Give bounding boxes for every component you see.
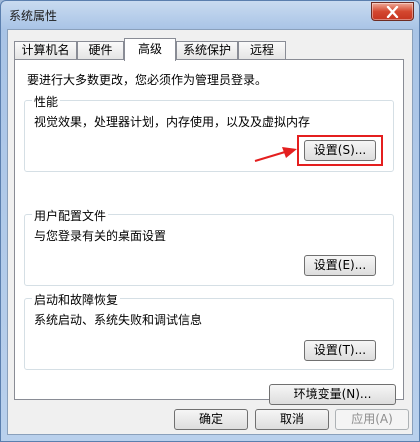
user-profiles-settings-button[interactable]: 设置(E)... [304,255,376,276]
tab-remote[interactable]: 远程 [238,41,286,60]
tab-hardware[interactable]: 硬件 [77,41,124,60]
close-button[interactable] [371,2,414,21]
cancel-button[interactable]: 取消 [255,409,329,430]
startup-recovery-group: 启动和故障恢复 系统启动、系统失败和调试信息 设置(T)... [24,291,394,370]
user-profiles-group-title: 用户配置文件 [32,207,109,224]
annotation-highlight-box [297,135,383,166]
annotation-arrow-icon [254,147,297,162]
window-title: 系统属性 [9,9,58,23]
dialog-client-area: 计算机名 硬件 高级 系统保护 远程 要进行大多数更改，您必须作为管理员登录。 … [7,29,413,435]
environment-variables-button[interactable]: 环境变量(N)... [269,384,396,405]
system-properties-window: 系统属性 计算机名 硬件 高级 系统保护 远程 要进行大多数更改，您必须作为管理… [0,0,420,442]
title-bar[interactable]: 系统属性 [1,1,419,29]
close-icon [386,6,399,18]
ok-button[interactable]: 确定 [174,409,248,430]
startup-recovery-group-title: 启动和故障恢复 [32,291,121,308]
startup-recovery-description: 系统启动、系统失败和调试信息 [34,313,203,327]
admin-notice: 要进行大多数更改，您必须作为管理员登录。 [27,73,268,87]
performance-description: 视觉效果，处理器计划，内存使用，以及及虚拟内存 [34,115,311,129]
advanced-tab-panel: 要进行大多数更改，您必须作为管理员登录。 性能 视觉效果，处理器计划，内存使用，… [14,59,404,405]
performance-group-title: 性能 [32,93,61,110]
tab-advanced[interactable]: 高级 [124,38,176,61]
tab-system-protection[interactable]: 系统保护 [176,41,238,60]
user-profiles-description: 与您登录有关的桌面设置 [34,229,167,243]
apply-button[interactable]: 应用(A) [335,409,409,430]
user-profiles-group: 用户配置文件 与您登录有关的桌面设置 设置(E)... [24,207,394,286]
startup-recovery-settings-button[interactable]: 设置(T)... [304,340,376,361]
performance-group: 性能 视觉效果，处理器计划，内存使用，以及及虚拟内存 设置(S)... [24,93,394,172]
tab-computer-name[interactable]: 计算机名 [14,41,77,60]
